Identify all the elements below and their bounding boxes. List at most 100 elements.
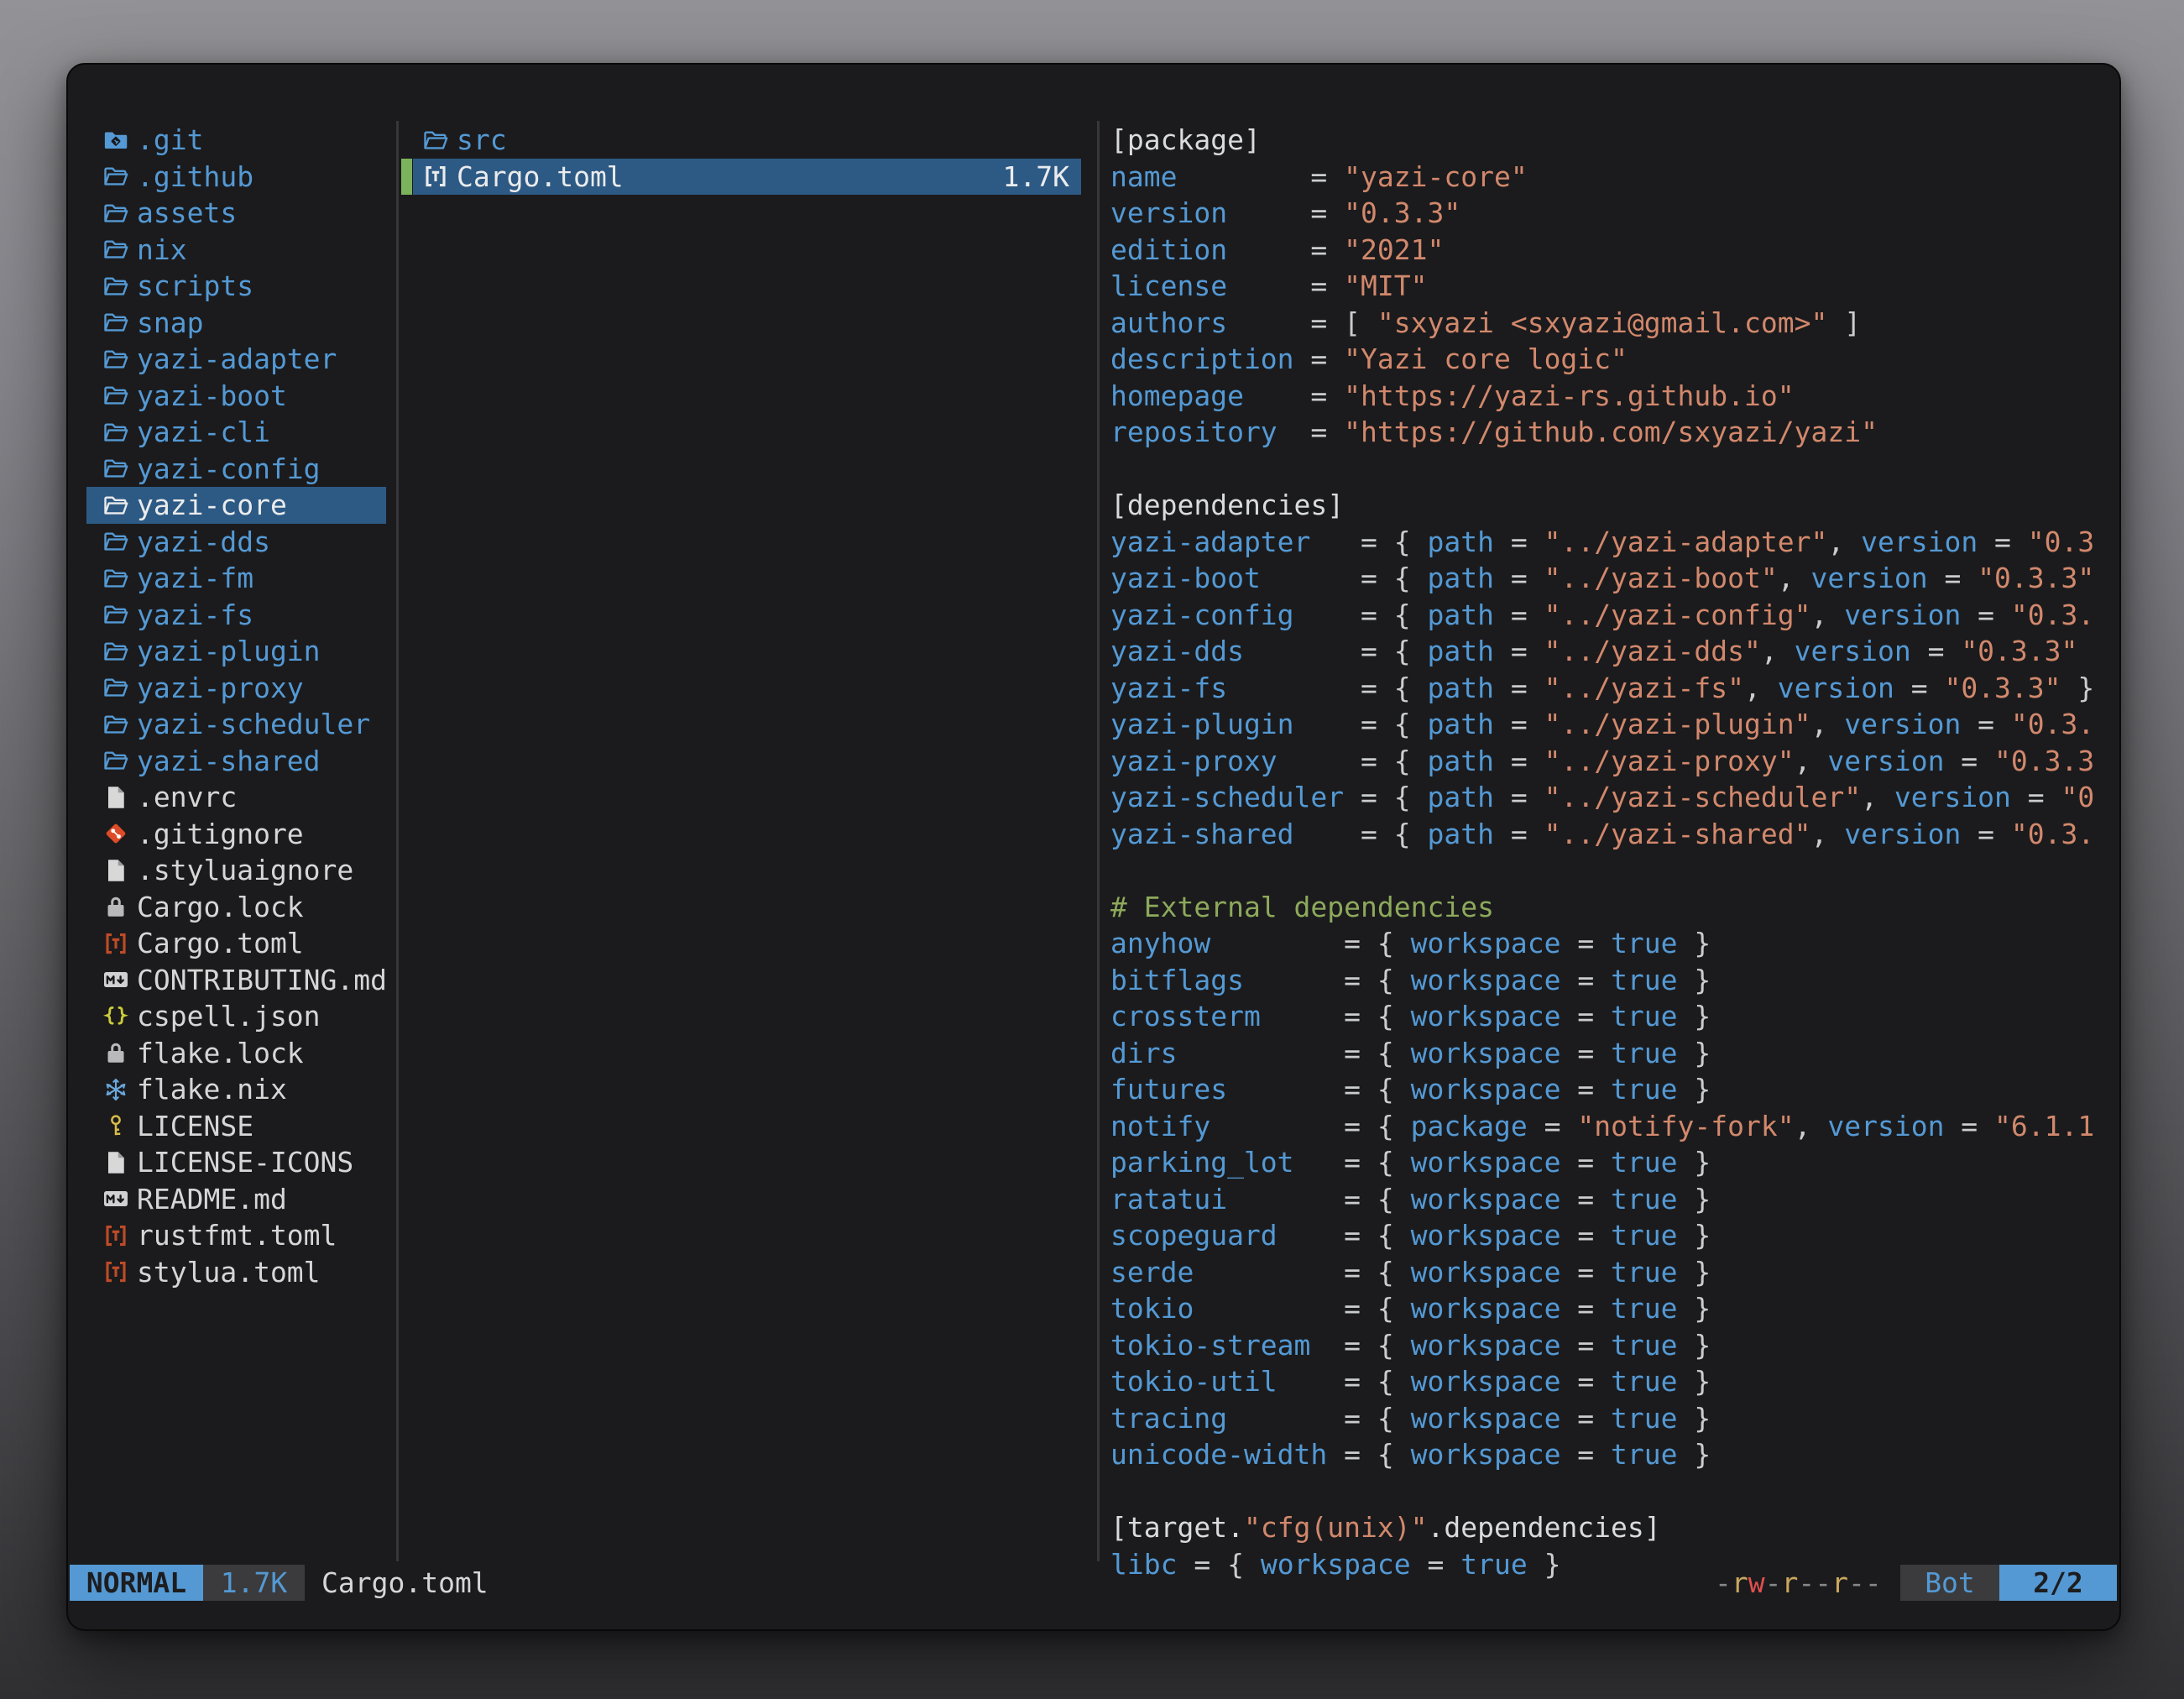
preview-line: yazi-adapter = { path = "../yazi-adapter… <box>1110 524 2109 561</box>
parent-pane-item[interactable]: yazi-dds <box>86 524 386 561</box>
parent-pane-item[interactable]: yazi-config <box>86 451 386 488</box>
parent-pane-item[interactable]: yazi-shared <box>86 743 386 780</box>
toml-token: yazi-dds <box>1110 635 1244 667</box>
preview-line: yazi-plugin = { path = "../yazi-plugin",… <box>1110 706 2109 743</box>
toml-token: = <box>1494 818 1544 850</box>
toml-token: version <box>1827 745 1944 777</box>
toml-token: , <box>1810 599 1844 631</box>
toml-token: , <box>1827 525 1861 558</box>
parent-pane-item[interactable]: yazi-boot <box>86 378 386 415</box>
current-directory-pane: srcCargo.toml1.7K <box>401 122 1081 195</box>
parent-pane-item[interactable]: stylua.toml <box>86 1254 386 1291</box>
parent-pane-item[interactable]: LICENSE <box>86 1108 386 1145</box>
toml-token: path <box>1428 525 1494 558</box>
toml-token: path <box>1428 599 1494 631</box>
toml-token: , <box>1761 635 1795 667</box>
preview-line: authors = [ "sxyazi <sxyazi@gmail.com>" … <box>1110 305 2109 342</box>
parent-pane-item[interactable]: yazi-proxy <box>86 670 386 707</box>
parent-pane-item[interactable]: flake.nix <box>86 1071 386 1108</box>
toml-token: = { <box>1227 1183 1411 1215</box>
toml-token: = { <box>1194 1256 1410 1289</box>
preview-line: yazi-dds = { path = "../yazi-dds", versi… <box>1110 633 2109 670</box>
toml-token: = { <box>1310 525 1427 558</box>
toml-token: "../yazi-config" <box>1544 599 1811 631</box>
parent-pane-item[interactable]: yazi-cli <box>86 414 386 451</box>
parent-pane-item[interactable]: scripts <box>86 268 386 305</box>
parent-pane-item[interactable]: yazi-plugin <box>86 633 386 670</box>
folder-icon <box>103 675 128 700</box>
parent-pane-item[interactable]: CONTRIBUTING.md <box>86 962 386 999</box>
parent-pane-item[interactable]: yazi-fs <box>86 597 386 634</box>
toml-token: path <box>1428 708 1494 740</box>
toml-token: package <box>1411 1110 1528 1142</box>
folder-icon <box>103 420 128 445</box>
parent-pane-item[interactable]: README.md <box>86 1181 386 1218</box>
parent-pane-item[interactable]: .github <box>86 159 386 196</box>
permission-segment: r <box>1782 1566 1799 1599</box>
parent-pane-item[interactable]: .gitignore <box>86 816 386 853</box>
toml-token: workspace <box>1411 1000 1561 1032</box>
parent-pane-item[interactable]: .styluaignore <box>86 852 386 889</box>
parent-pane-item[interactable]: cspell.json <box>86 998 386 1035</box>
folder-icon <box>103 639 128 664</box>
folder-icon <box>103 310 128 335</box>
item-label: yazi-fm <box>137 562 253 594</box>
item-label: yazi-plugin <box>137 635 321 667</box>
parent-pane-item[interactable]: nix <box>86 232 386 269</box>
toml-token: "0.3. <box>2011 599 2094 631</box>
parent-pane-item[interactable]: flake.lock <box>86 1035 386 1072</box>
parent-pane-item[interactable]: LICENSE-ICONS <box>86 1144 386 1181</box>
toml-token: = <box>2011 781 2061 813</box>
toml-token: true <box>1611 1329 1677 1362</box>
item-label: CONTRIBUTING.md <box>137 964 387 996</box>
preview-line: futures = { workspace = true } <box>1110 1071 2109 1108</box>
parent-pane-item[interactable]: .git <box>86 122 386 159</box>
item-label: assets <box>137 196 237 229</box>
toml-token: "0.3.3" <box>1944 672 2061 704</box>
toml-token: path <box>1428 745 1494 777</box>
preview-line: [target."cfg(unix)".dependencies] <box>1110 1509 2109 1546</box>
current-pane-item[interactable]: Cargo.toml1.7K <box>401 159 1081 196</box>
toml-token: true <box>1611 1292 1677 1325</box>
toml-token: = <box>1560 1438 1611 1471</box>
parent-pane-item[interactable]: yazi-fm <box>86 560 386 597</box>
parent-pane-item[interactable]: snap <box>86 305 386 342</box>
item-label: flake.lock <box>137 1037 304 1069</box>
parent-pane-item[interactable]: rustfmt.toml <box>86 1217 386 1254</box>
key-icon <box>103 1113 128 1138</box>
permission-segment: r <box>1732 1566 1748 1599</box>
toml-token: "cfg(unix)" <box>1244 1511 1428 1544</box>
parent-pane-item[interactable]: yazi-scheduler <box>86 706 386 743</box>
toml-token: true <box>1611 1146 1677 1179</box>
current-pane-item[interactable]: src <box>401 122 1081 159</box>
git-folder-icon <box>103 128 128 153</box>
toml-token: = <box>1560 1183 1611 1215</box>
toml-token: "0 <box>2061 781 2095 813</box>
parent-pane-item[interactable]: .envrc <box>86 779 386 816</box>
toml-token: } <box>1678 1329 1711 1362</box>
parent-pane-item[interactable]: assets <box>86 195 386 232</box>
toml-token: workspace <box>1411 1183 1561 1215</box>
toml-token: = { <box>1294 818 1428 850</box>
parent-pane-item[interactable]: Cargo.toml <box>86 925 386 962</box>
toml-token: } <box>1678 1183 1711 1215</box>
toml-token: version <box>1110 196 1227 229</box>
toml-token: = { <box>1177 1037 1410 1069</box>
permission-segment: -- <box>1848 1566 1882 1599</box>
toml-token: = <box>1961 599 2011 631</box>
toml-token: "../yazi-proxy" <box>1544 745 1795 777</box>
toml-token: "6.1.1 <box>1994 1110 2094 1142</box>
toml-token: [package] <box>1110 123 1261 156</box>
parent-pane-item[interactable]: yazi-adapter <box>86 341 386 378</box>
toml-token: yazi-boot <box>1110 562 1261 594</box>
item-label: README.md <box>137 1183 287 1215</box>
parent-pane-item[interactable]: Cargo.lock <box>86 889 386 926</box>
toml-token: = { <box>1294 599 1428 631</box>
toml-token: path <box>1428 672 1494 704</box>
folder-icon <box>103 274 128 299</box>
toml-token: "notify-fork" <box>1577 1110 1794 1142</box>
parent-directory-pane: .git.githubassetsnixscriptssnapyazi-adap… <box>86 122 386 1290</box>
parent-pane-item[interactable]: yazi-core <box>86 487 386 524</box>
toml-token: "../yazi-adapter" <box>1544 525 1828 558</box>
toml-token: = <box>1560 1146 1611 1179</box>
